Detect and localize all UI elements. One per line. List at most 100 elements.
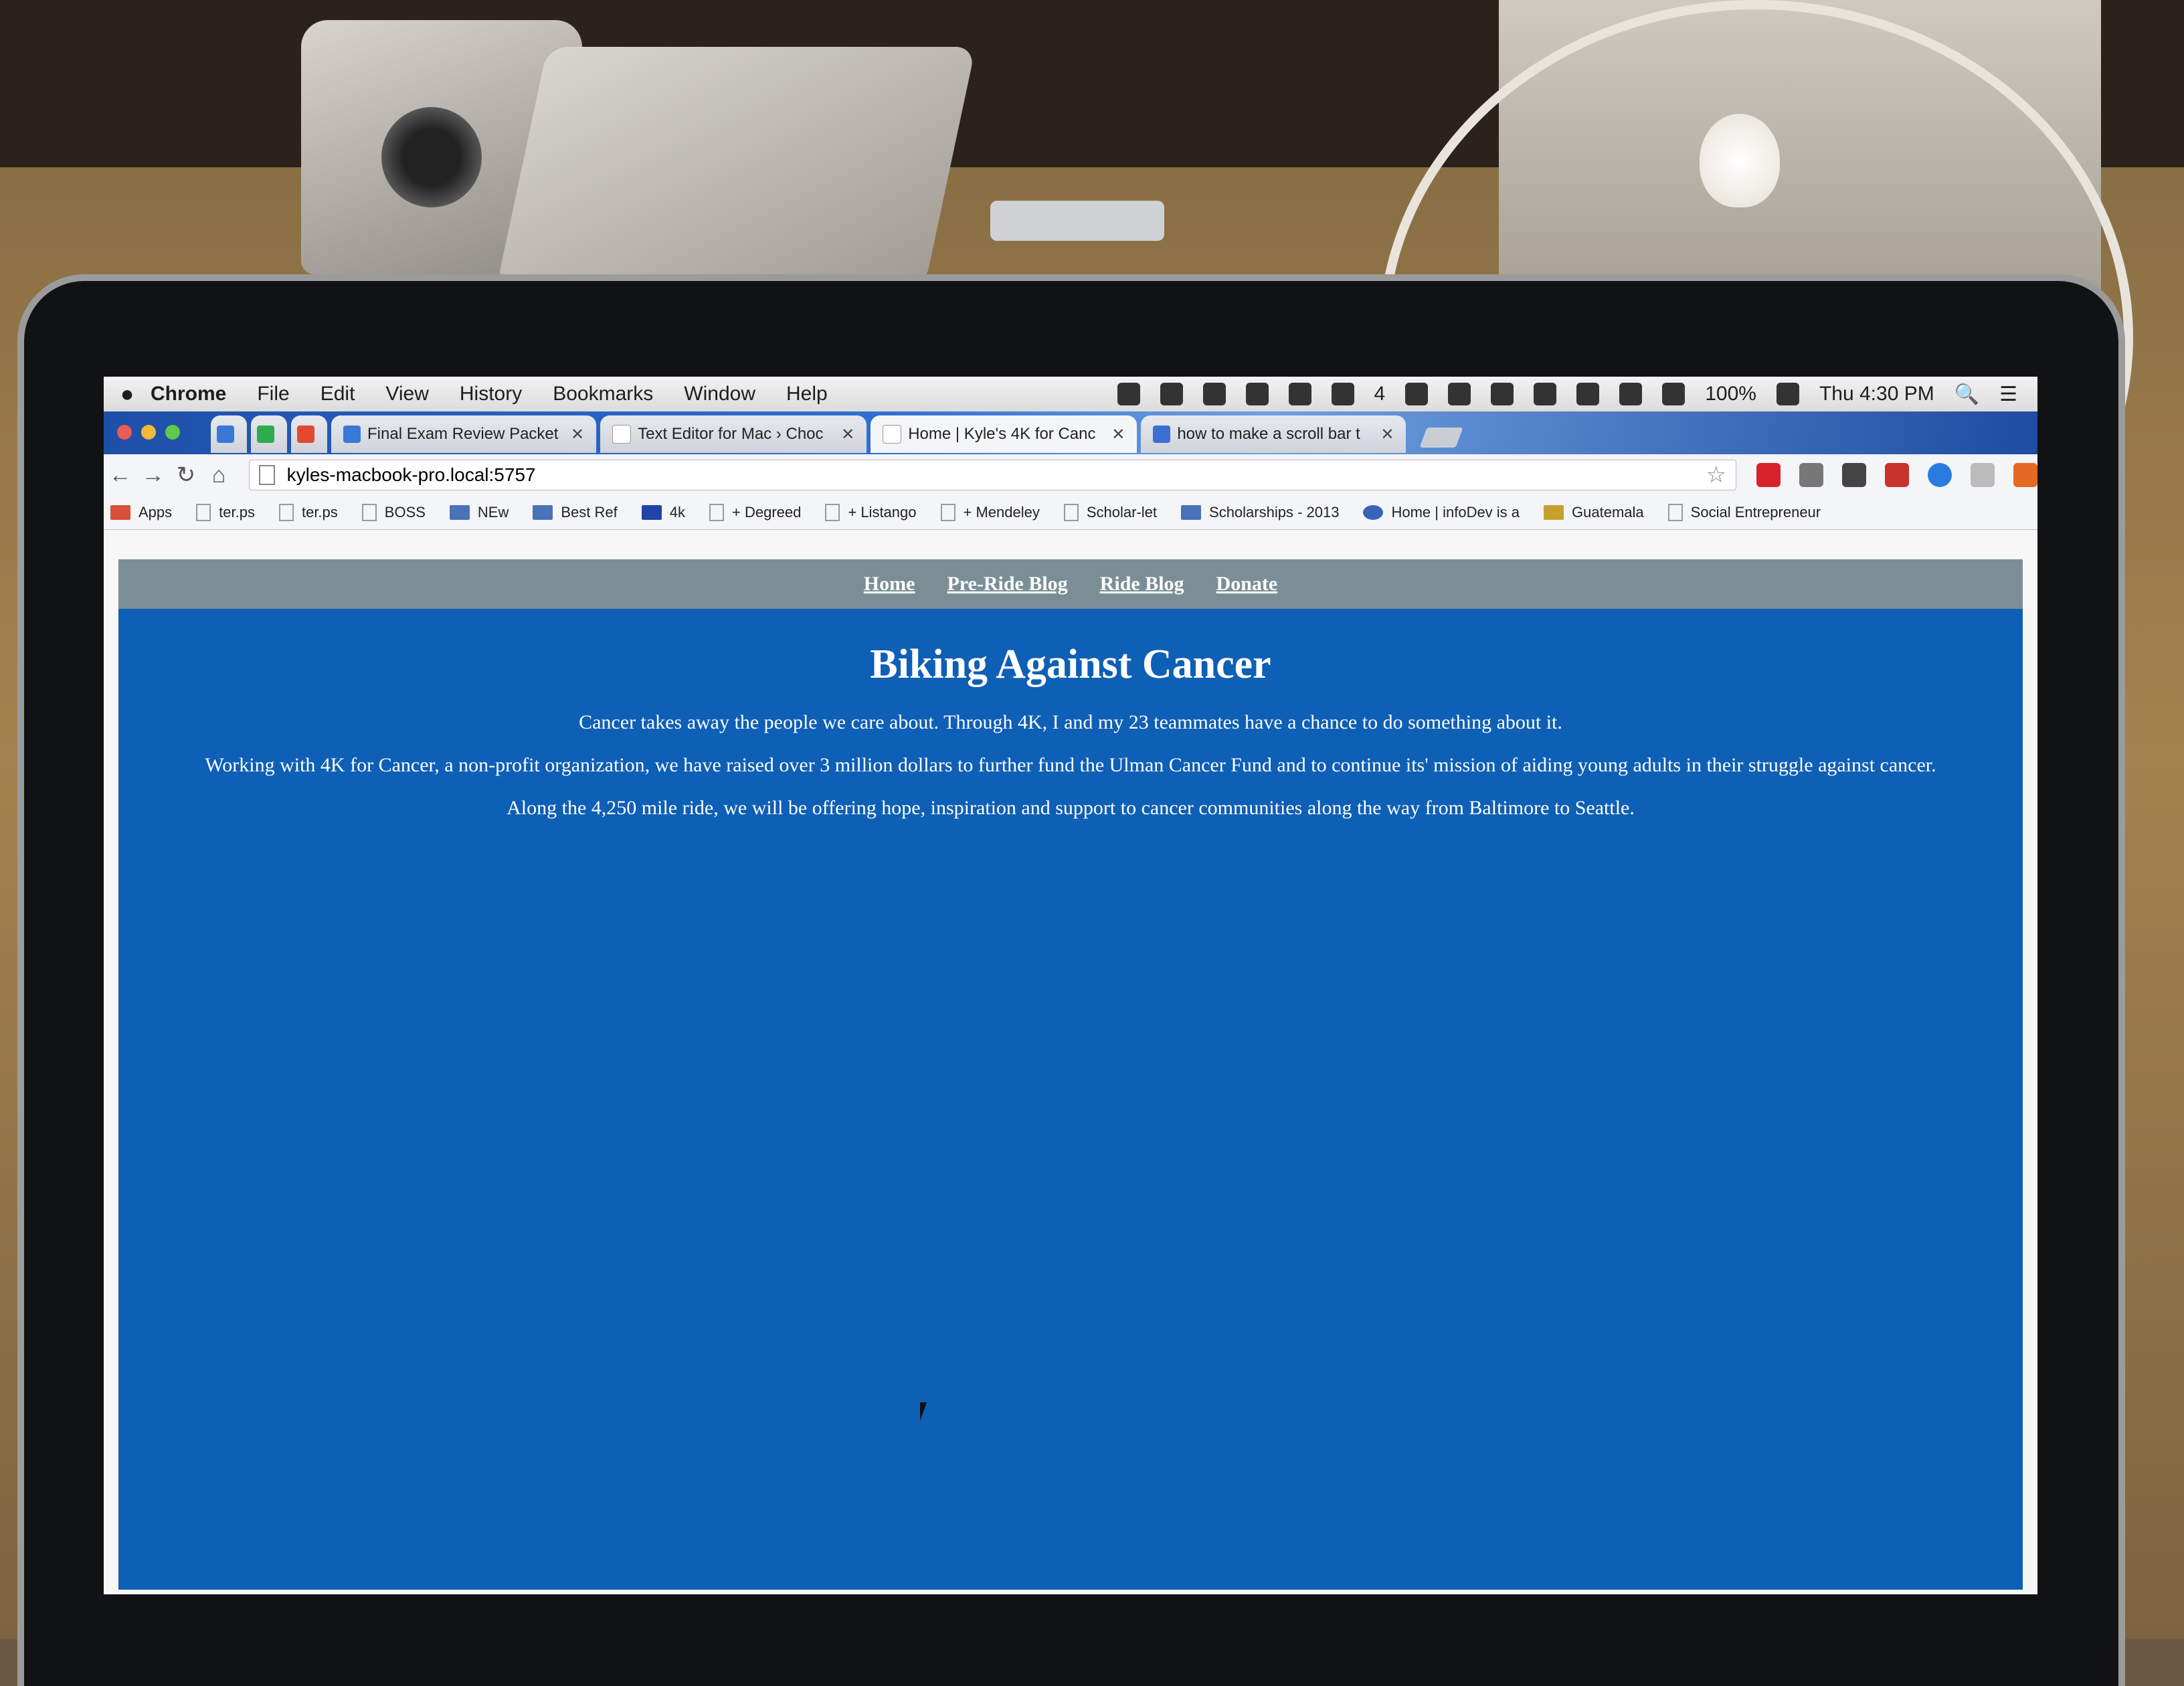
wifi-icon[interactable] bbox=[1619, 383, 1643, 405]
bookmark-item[interactable]: Scholar-let bbox=[1063, 504, 1158, 521]
klout-icon[interactable] bbox=[1756, 463, 1781, 487]
home-icon[interactable]: ⌂ bbox=[202, 462, 235, 488]
tab-strip: Final Exam Review Packet ✕ Text Editor f… bbox=[104, 411, 2037, 454]
menu-bookmarks[interactable]: Bookmarks bbox=[553, 383, 653, 405]
bookmark-label: Apps bbox=[139, 504, 173, 521]
page-info-icon[interactable] bbox=[258, 465, 275, 485]
battery-icon[interactable] bbox=[1776, 383, 1799, 405]
bell-icon[interactable] bbox=[1491, 383, 1514, 405]
pinned-tab-drive[interactable] bbox=[251, 415, 287, 453]
bookmark-star-icon[interactable]: ☆ bbox=[1706, 462, 1726, 488]
menu-file[interactable]: File bbox=[257, 383, 289, 405]
evernote-icon[interactable] bbox=[1405, 383, 1429, 405]
nav-link-home[interactable]: Home bbox=[864, 573, 915, 595]
menu-help[interactable]: Help bbox=[786, 383, 828, 405]
google-icon bbox=[1153, 426, 1171, 443]
address-bar[interactable]: ☆ bbox=[248, 460, 1736, 490]
wrench-icon[interactable] bbox=[1448, 383, 1471, 405]
bookmark-label: NEw bbox=[477, 504, 509, 521]
grid-icon[interactable] bbox=[1288, 383, 1311, 405]
bookmark-item[interactable]: + Degreed bbox=[709, 504, 801, 521]
bookmark-folder[interactable]: Scholarships - 2013 bbox=[1181, 504, 1339, 521]
url-input[interactable] bbox=[285, 464, 1706, 486]
page-icon bbox=[883, 425, 902, 444]
tabs: Final Exam Review Packet ✕ Text Editor f… bbox=[211, 415, 1463, 453]
code-icon[interactable] bbox=[1799, 463, 1823, 487]
tab-final-exam[interactable]: Final Exam Review Packet ✕ bbox=[331, 415, 597, 453]
close-icon[interactable]: ✕ bbox=[571, 425, 584, 444]
apple-menu-icon[interactable]: ● bbox=[104, 381, 151, 407]
tab-text-editor[interactable]: Text Editor for Mac › Choc ✕ bbox=[600, 415, 867, 453]
bookmark-folder[interactable]: NEw bbox=[449, 504, 509, 521]
spotlight-icon[interactable]: 🔍 bbox=[1954, 383, 1979, 406]
bookmark-item[interactable]: + Mendeley bbox=[940, 504, 1040, 521]
menu-view[interactable]: View bbox=[385, 383, 428, 405]
bookmark-item[interactable]: BOSS bbox=[361, 504, 426, 521]
menu-app[interactable]: Chrome bbox=[151, 383, 226, 405]
new-tab-button[interactable] bbox=[1419, 428, 1463, 448]
close-icon[interactable]: ✕ bbox=[841, 425, 854, 444]
bookmark-folder[interactable]: Best Ref bbox=[533, 504, 618, 521]
wrench-ext-icon[interactable] bbox=[1841, 463, 1866, 487]
bookmark-item[interactable]: ter.ps bbox=[196, 504, 255, 521]
close-window-icon[interactable] bbox=[117, 425, 132, 440]
forward-icon[interactable]: → bbox=[136, 462, 169, 488]
bookmark-item[interactable]: + Listango bbox=[825, 504, 917, 521]
bookmark-label: ter.ps bbox=[301, 504, 338, 521]
pinned-tab-3[interactable] bbox=[291, 415, 327, 453]
circle-icon[interactable] bbox=[1245, 383, 1269, 405]
bookmarks-bar: Apps ter.ps ter.ps BOSS NEw Best Ref 4k … bbox=[104, 496, 2037, 530]
bluetooth-icon[interactable] bbox=[1576, 383, 1600, 405]
bookmark-item[interactable]: 4k bbox=[641, 504, 685, 521]
star-ext-icon[interactable] bbox=[1927, 463, 1952, 487]
bookmark-label: Scholarships - 2013 bbox=[1209, 504, 1340, 521]
page-icon bbox=[709, 504, 724, 521]
page-icon bbox=[825, 504, 840, 521]
close-icon[interactable]: ✕ bbox=[1380, 425, 1394, 444]
bookmark-apps[interactable]: Apps bbox=[110, 504, 172, 521]
nav-link-ride-blog[interactable]: Ride Blog bbox=[1100, 573, 1184, 595]
clock[interactable]: Thu 4:30 PM bbox=[1819, 383, 1934, 405]
tab-scroll-bar[interactable]: how to make a scroll bar t ✕ bbox=[1141, 415, 1406, 453]
pinned-icon bbox=[217, 426, 234, 443]
gear-ext-icon[interactable] bbox=[1884, 463, 1909, 487]
menu-icon[interactable] bbox=[2013, 463, 2037, 487]
menu-window[interactable]: Window bbox=[684, 383, 755, 405]
reload-icon[interactable]: ↻ bbox=[169, 462, 202, 488]
bookmark-item[interactable]: Home | infoDev is a bbox=[1363, 504, 1520, 521]
bookmark-label: Home | infoDev is a bbox=[1391, 504, 1520, 521]
page-icon bbox=[612, 425, 632, 444]
pinned-red-icon bbox=[297, 426, 314, 443]
bookmark-item[interactable]: Guatemala bbox=[1544, 504, 1644, 521]
folder-icon bbox=[1181, 505, 1202, 520]
drive-icon[interactable] bbox=[1160, 383, 1183, 405]
4k-icon bbox=[641, 505, 662, 520]
tab-title: Home | Kyle's 4K for Canc bbox=[908, 425, 1096, 443]
bookmark-label: BOSS bbox=[384, 504, 426, 521]
nav-link-pre-ride-blog[interactable]: Pre-Ride Blog bbox=[947, 573, 1067, 595]
nav-link-donate[interactable]: Donate bbox=[1216, 573, 1278, 595]
cloud-icon[interactable] bbox=[1202, 383, 1226, 405]
menu-history[interactable]: History bbox=[460, 383, 522, 405]
shield-icon[interactable] bbox=[1970, 463, 1995, 487]
zoom-window-icon[interactable] bbox=[165, 425, 180, 440]
minimize-window-icon[interactable] bbox=[141, 425, 156, 440]
time-machine-icon[interactable] bbox=[1534, 383, 1557, 405]
notification-center-icon[interactable]: ☰ bbox=[1999, 383, 2017, 406]
dropbox-icon[interactable] bbox=[1117, 383, 1140, 405]
menu-edit[interactable]: Edit bbox=[321, 383, 355, 405]
volume-icon[interactable] bbox=[1662, 383, 1686, 405]
bookmark-label: Scholar-let bbox=[1086, 504, 1158, 521]
page-icon bbox=[940, 504, 955, 521]
power-icon[interactable] bbox=[1331, 383, 1354, 405]
pinned-tab-1[interactable] bbox=[211, 415, 247, 453]
close-icon[interactable]: ✕ bbox=[1111, 425, 1125, 444]
bookmark-item[interactable]: Social Entrepreneur bbox=[1667, 504, 1821, 521]
battery-percent[interactable]: 100% bbox=[1705, 383, 1756, 405]
extension-icons bbox=[1756, 463, 2037, 487]
bookmark-item[interactable]: ter.ps bbox=[278, 504, 338, 521]
back-icon[interactable]: ← bbox=[104, 462, 136, 488]
tab-home-kyle[interactable]: Home | Kyle's 4K for Canc ✕ bbox=[871, 415, 1138, 453]
page-icon bbox=[1063, 504, 1079, 521]
status-badge[interactable]: 4 bbox=[1374, 383, 1386, 405]
